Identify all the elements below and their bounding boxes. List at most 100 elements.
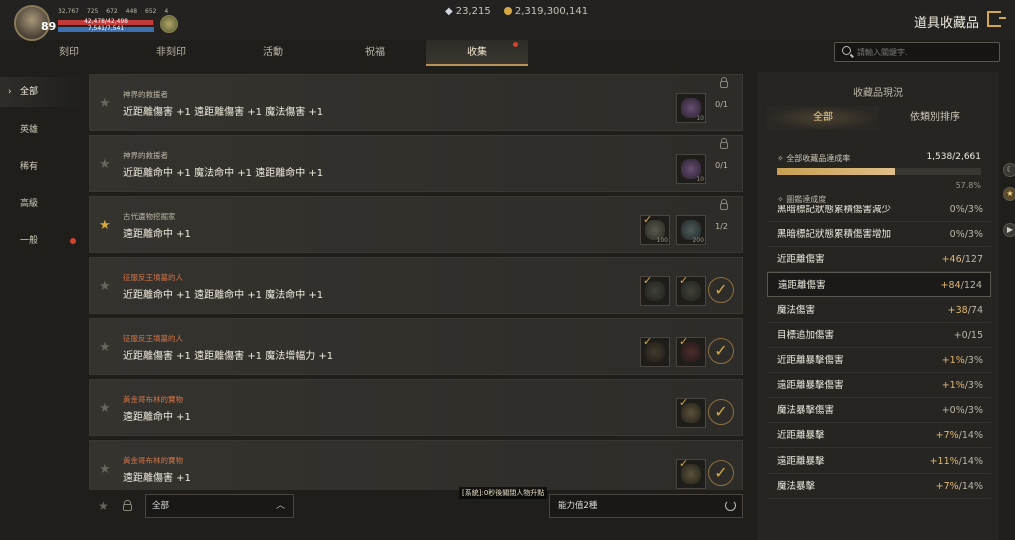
stat-row[interactable]: 魔法暴擊傷害 +0%/3% <box>767 398 991 423</box>
completed-check-icon: ✓ <box>708 399 734 425</box>
favorite-star-icon[interactable]: ★ <box>99 157 111 172</box>
sidebar-item-all[interactable]: › 全部 <box>0 77 84 107</box>
gem-amount: 23,215 <box>455 6 491 17</box>
item-slot[interactable]: 10 <box>676 154 706 184</box>
collection-effect: 近距離命中 +1 魔法命中 +1 遠距離命中 +1 <box>123 168 324 179</box>
exit-icon[interactable] <box>987 11 1006 27</box>
stat-name: 魔法暴擊傷害 <box>777 405 835 416</box>
mp-text: 7,541/7,541 <box>87 25 125 32</box>
sidebar-item-advanced[interactable]: 高級 <box>0 189 84 219</box>
favorite-star-icon[interactable]: ★ <box>99 279 111 294</box>
collection-list: ★ 神界的救援者 近距離傷害 +1 遠距離傷害 +1 魔法傷害 +1 10 0/… <box>89 72 745 490</box>
stat-row[interactable]: 目標追加傷害 +0/15 <box>767 323 991 348</box>
collection-card[interactable]: ★ 古代遺物挖掘家 遠距離命中 +1 ✓ 100 200 1/2 <box>89 196 743 253</box>
category-tabs: 刻印 非刻印 活動 祝福 收集 <box>18 40 528 66</box>
item-slot[interactable]: ✓ <box>640 335 670 367</box>
lock-icon[interactable] <box>720 138 728 149</box>
item-slot[interactable]: 10 <box>676 93 706 123</box>
ability-filter[interactable]: 能力值2種 <box>549 494 743 518</box>
stat-row[interactable]: 近距離暴擊傷害 +1%/3% <box>767 348 991 373</box>
stat-name: 黑暗標記狀態累積傷害減少 <box>777 205 892 215</box>
hp-text: 42,478/42,498 <box>83 18 128 25</box>
stat-e: 4 <box>164 8 169 15</box>
side-widget-star-icon[interactable]: ★ <box>1003 187 1015 201</box>
stat-row[interactable]: 遠距離暴擊 +11%/14% <box>767 449 991 474</box>
stat-max: /124 <box>960 280 982 291</box>
clan-emblem-icon[interactable] <box>160 15 178 33</box>
favorite-star-icon[interactable]: ★ <box>99 340 111 355</box>
side-widget-moon-icon[interactable]: ☾ <box>1003 163 1015 177</box>
favorite-star-icon[interactable]: ★ <box>99 401 111 416</box>
sidebar-label: 全部 <box>20 87 39 97</box>
item-count: 100 <box>656 237 668 244</box>
gold-coin-icon <box>503 7 512 15</box>
tab-collection[interactable]: 收集 <box>426 40 528 66</box>
collection-card[interactable]: ★ 神界的救援者 近距離命中 +1 魔法命中 +1 遠距離命中 +1 10 0/… <box>89 135 743 192</box>
stat-row[interactable]: 黑暗標記狀態累積傷害增加 0%/3% <box>767 222 991 247</box>
panel-tab-all[interactable]: 全部 <box>767 106 879 130</box>
stat-row[interactable]: 遠距離暴擊傷害 +1%/3% <box>767 373 991 398</box>
lock-icon[interactable] <box>720 199 728 210</box>
lock-filter-icon[interactable] <box>123 500 132 511</box>
item-slot[interactable]: ✓ 100 <box>640 213 670 245</box>
gold-amount: 2,319,300,141 <box>514 6 589 17</box>
collection-effect: 近距離傷害 +1 遠距離傷害 +1 魔法傷害 +1 <box>123 107 324 118</box>
item-slot[interactable]: ✓ <box>676 335 706 367</box>
favorite-star-icon[interactable]: ★ <box>99 218 111 233</box>
stat-name: 魔法暴擊 <box>777 481 816 492</box>
item-slot[interactable]: ✓ <box>676 274 706 306</box>
item-slot[interactable]: 200 <box>676 215 706 245</box>
stat-row[interactable]: 魔法傷害 +38/74 <box>767 298 991 323</box>
stat-power: 32,767 <box>58 8 79 15</box>
stat-value: 0%/3% <box>949 229 983 240</box>
stat-gain: +1% <box>941 380 965 391</box>
collection-card[interactable]: ★ 征服反王墳墓的人 近距離命中 +1 遠距離命中 +1 魔法命中 +1 ✓ ✓… <box>89 257 743 314</box>
item-slot[interactable]: ✓ <box>676 396 706 428</box>
refresh-icon[interactable] <box>725 500 736 511</box>
item-slot[interactable]: ✓ <box>640 274 670 306</box>
stat-a: 725 <box>86 8 99 15</box>
stat-value: +1%/3% <box>942 348 983 373</box>
tab-event[interactable]: 活動 <box>222 40 324 66</box>
collection-card[interactable]: ★ 征服反王墳墓的人 近距離傷害 +1 遠距離傷害 +1 魔法增幅力 +1 ✓ … <box>89 318 743 375</box>
dex-label-text: 圖鑑達成度 <box>786 195 827 204</box>
collection-name: 神界的救援者 <box>123 90 168 99</box>
tab-non-engraved[interactable]: 非刻印 <box>120 40 222 66</box>
collection-name: 古代遺物挖掘家 <box>123 212 176 221</box>
rate-percent: 57.8% <box>955 181 981 190</box>
search-input[interactable] <box>857 45 995 59</box>
lock-icon[interactable] <box>720 77 728 88</box>
favorite-filter-star-icon[interactable]: ★ <box>98 499 109 513</box>
side-widget-play-icon[interactable]: ▶ <box>1003 223 1015 237</box>
stat-row[interactable]: 遠距離傷害 +84/124 <box>767 272 991 297</box>
collection-effect: 遠距離命中 +1 <box>123 229 191 240</box>
tab-collection-label: 收集 <box>467 47 487 58</box>
sidebar-item-rare[interactable]: 稀有 <box>0 152 84 182</box>
stat-max: /14% <box>958 481 983 492</box>
favorite-star-icon[interactable]: ★ <box>99 96 111 111</box>
sidebar-item-normal[interactable]: 一般 <box>0 226 84 256</box>
stat-row[interactable]: 近距離傷害 +46/127 <box>767 247 991 272</box>
panel-tab-by-category[interactable]: 依類別排序 <box>879 106 991 130</box>
item-count: 200 <box>692 237 704 244</box>
item-slot[interactable]: ✓ <box>676 457 706 489</box>
stat-row[interactable]: 黑暗標記狀態累積傷害減少 0%/3% <box>767 205 991 222</box>
stat-row[interactable]: 近距離暴擊 +7%/14% <box>767 423 991 448</box>
app-window: 89 32,767 725 672 448 652 4 42,478/42,49… <box>0 0 1015 540</box>
stat-row[interactable]: 魔法暴擊 +7%/14% <box>767 474 991 499</box>
stat-name: 遠距離暴擊 <box>777 456 825 467</box>
collection-card[interactable]: ★ 神界的救援者 近距離傷害 +1 遠距離傷害 +1 魔法傷害 +1 10 0/… <box>89 74 743 131</box>
favorite-star-icon[interactable]: ★ <box>99 462 111 477</box>
collection-card[interactable]: ★ 黃金哥布林的寶物 遠距離傷害 +1 ✓ ✓ <box>89 440 743 490</box>
tab-blessing[interactable]: 祝福 <box>324 40 426 66</box>
collection-progress: 0/1 <box>715 161 728 170</box>
search-box[interactable] <box>834 42 1000 62</box>
collection-effect: 近距離傷害 +1 遠距離傷害 +1 魔法增幅力 +1 <box>123 351 334 362</box>
filter-dropdown[interactable]: 全部 ︿ <box>145 494 294 518</box>
item-icon <box>681 464 701 484</box>
sidebar-item-hero[interactable]: 英雄 <box>0 115 84 145</box>
stat-value: +11%/14% <box>930 449 983 474</box>
dex-label: ✧ 圖鑑達成度 <box>777 195 827 204</box>
collection-card[interactable]: ★ 黃金哥布林的寶物 遠距離命中 +1 ✓ ✓ <box>89 379 743 436</box>
tab-engraved[interactable]: 刻印 <box>18 40 120 66</box>
